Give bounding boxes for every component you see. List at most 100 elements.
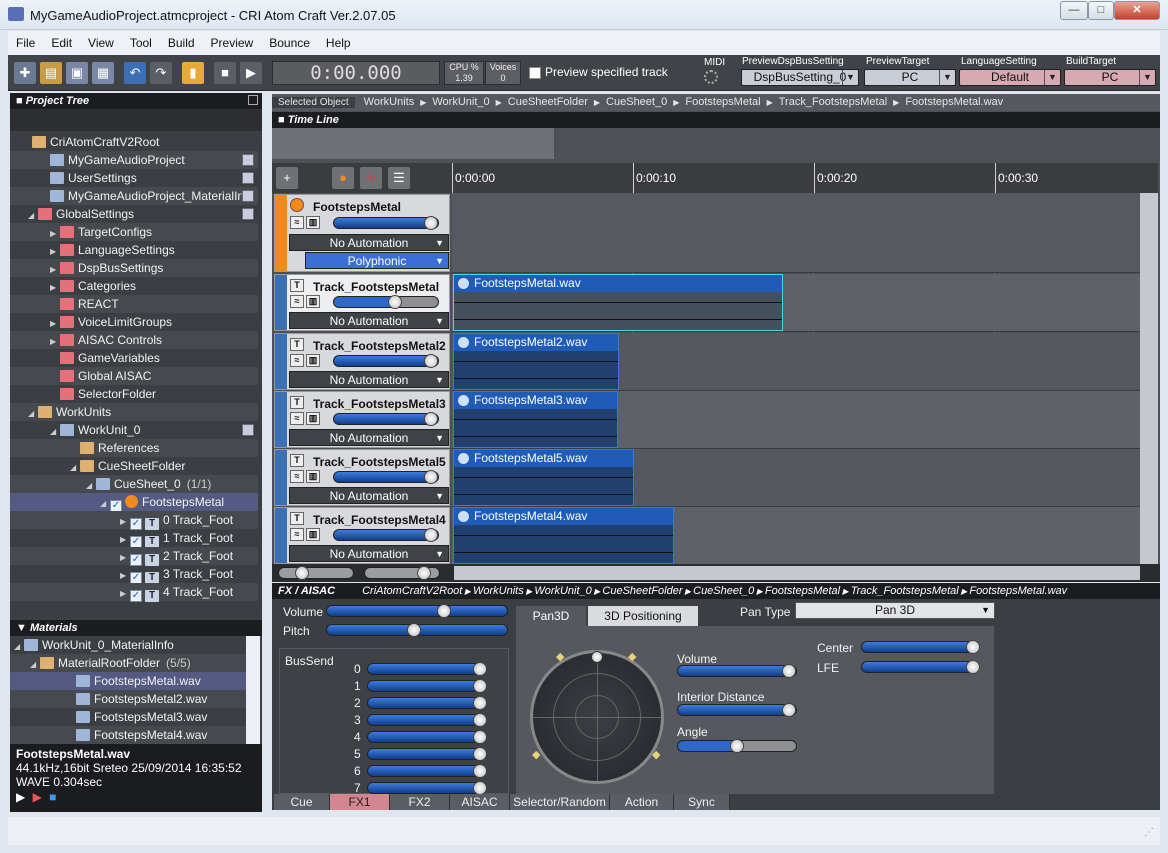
fx-path-item[interactable]: FootstepsMetal.wav — [969, 585, 1067, 597]
tree-item[interactable]: References — [10, 439, 258, 457]
waveform-icon[interactable]: ≈ — [290, 470, 304, 483]
param-icon[interactable]: ▥ — [306, 354, 320, 367]
tab-fx2[interactable]: FX2 — [390, 794, 450, 810]
cue-mode-dropdown[interactable]: Polyphonic ▼ — [305, 252, 449, 269]
track-volume-slider[interactable] — [333, 528, 439, 542]
slider-knob[interactable] — [424, 412, 438, 426]
bus-send-slider[interactable] — [367, 781, 487, 795]
undo-icon[interactable]: ↶ — [124, 62, 146, 84]
save-all-icon[interactable]: ▣ — [66, 62, 88, 84]
slider-knob[interactable] — [966, 660, 980, 674]
slider-knob[interactable] — [473, 747, 487, 761]
bus-send-slider[interactable] — [367, 730, 487, 744]
track-volume-slider[interactable] — [333, 295, 439, 309]
slider-knob[interactable] — [424, 354, 438, 368]
tree-item[interactable]: ◢ WorkUnits — [10, 403, 258, 421]
waveform-icon[interactable]: ≈ — [290, 528, 304, 541]
horizontal-scrollbar[interactable] — [454, 566, 1140, 580]
pan-position-knob[interactable] — [591, 651, 603, 663]
fx-path-item[interactable]: CueSheet_0 — [693, 585, 754, 597]
list-icon[interactable]: ☰ — [388, 167, 410, 189]
tree-item[interactable]: ▶ ✓ T 4 Track_Foot — [10, 583, 258, 602]
slider-knob[interactable] — [437, 604, 451, 618]
material-item[interactable]: FootstepsMetal2.wav — [10, 690, 246, 708]
slider-knob[interactable] — [424, 528, 438, 542]
tree-item[interactable]: ▶ Categories — [10, 277, 258, 295]
menu-view[interactable]: View — [80, 31, 122, 50]
slider-knob[interactable] — [407, 623, 421, 637]
save-icon[interactable] — [242, 154, 254, 166]
track-volume-slider[interactable] — [333, 412, 439, 426]
resize-grip-icon[interactable]: ⋰ — [1144, 827, 1154, 838]
slider-knob[interactable] — [966, 640, 980, 654]
track-automation-dropdown[interactable]: No Automation ▼ — [289, 545, 449, 562]
play-icon[interactable]: ▶ — [16, 790, 25, 804]
breadcrumb-item[interactable]: WorkUnits — [364, 96, 415, 108]
waveform-block[interactable]: FootstepsMetal2.wav — [453, 333, 619, 390]
tree-item[interactable]: ◢ CueSheet_0 (1/1) — [10, 475, 258, 493]
waveform-block[interactable]: FootstepsMetal5.wav — [453, 449, 634, 506]
bus-send-slider[interactable] — [367, 696, 487, 710]
track-header[interactable]: T Track_FootstepsMetal5 ≈ ▥ No Automation ▼ — [274, 449, 450, 506]
param-icon[interactable]: ▥ — [306, 295, 320, 308]
tab-sync[interactable]: Sync — [674, 794, 730, 810]
material-item[interactable]: FootstepsMetal.wav — [10, 672, 246, 690]
fx-path-item[interactable]: CriAtomCraftV2Root — [362, 585, 462, 597]
material-item[interactable]: ◢ WorkUnit_0_MaterialInfo — [10, 636, 246, 654]
slider-knob[interactable] — [473, 696, 487, 710]
dspbus-dropdown[interactable]: DspBusSetting_0 ▼ — [741, 69, 859, 86]
slider-knob[interactable] — [473, 764, 487, 778]
automation-icon[interactable]: ∿ — [360, 167, 382, 189]
material-item[interactable]: FootstepsMetal4.wav — [10, 726, 246, 744]
play-icon[interactable]: ▶ — [240, 62, 262, 84]
waveform-block[interactable]: FootstepsMetal3.wav — [453, 391, 618, 448]
slider-knob[interactable] — [730, 739, 744, 753]
language-dropdown[interactable]: Default ▼ — [959, 69, 1061, 86]
fx-path-item[interactable]: FootstepsMetal — [765, 585, 840, 597]
materials-scrollbar[interactable] — [246, 636, 260, 744]
close-button[interactable]: ✕ — [1114, 1, 1160, 20]
preview-target-dropdown[interactable]: PC ▼ — [864, 69, 956, 86]
interior-distance-slider[interactable] — [677, 703, 797, 717]
menu-edit[interactable]: Edit — [43, 31, 80, 50]
tree-item[interactable]: Global AISAC — [10, 367, 258, 385]
tree-item[interactable]: ▶ AISAC Controls — [10, 331, 258, 349]
build-target-dropdown[interactable]: PC ▼ — [1064, 69, 1156, 86]
tree-item[interactable]: MyGameAudioProject — [10, 151, 258, 169]
track-header[interactable]: T Track_FootstepsMetal4 ≈ ▥ No Automation ▼ — [274, 507, 450, 564]
track-automation-dropdown[interactable]: No Automation ▼ — [289, 312, 449, 329]
tree-item[interactable]: ▶ LanguageSettings — [10, 241, 258, 259]
slider-knob[interactable] — [417, 566, 431, 580]
angle-slider[interactable] — [677, 739, 797, 753]
param-icon[interactable]: ▥ — [306, 470, 320, 483]
slider-knob[interactable] — [473, 679, 487, 693]
fx-pitch-slider[interactable] — [326, 623, 508, 637]
pan-radar[interactable] — [530, 650, 664, 784]
breadcrumb-item[interactable]: Track_FootstepsMetal — [779, 96, 887, 108]
slider-knob[interactable] — [424, 470, 438, 484]
pan-volume-slider[interactable] — [677, 664, 797, 678]
zoom-slider-2[interactable] — [364, 566, 440, 580]
menu-tool[interactable]: Tool — [122, 31, 160, 50]
breadcrumb-item[interactable]: CueSheetFolder — [508, 96, 588, 108]
tree-item[interactable]: CriAtomCraftV2Root — [10, 133, 258, 151]
breadcrumb-item[interactable]: WorkUnit_0 — [432, 96, 489, 108]
zoom-slider-1[interactable] — [278, 566, 354, 580]
tree-item[interactable]: ◢ CueSheetFolder — [10, 457, 258, 475]
waveform-icon[interactable]: ≈ — [290, 216, 304, 229]
menu-bounce[interactable]: Bounce — [261, 31, 318, 50]
preview-track-checkbox[interactable] — [529, 67, 541, 79]
checkbox[interactable]: ✓ — [130, 590, 142, 602]
menu-preview[interactable]: Preview — [203, 31, 262, 50]
track-header[interactable]: T Track_FootstepsMetal3 ≈ ▥ No Automation ▼ — [274, 391, 450, 448]
cue-volume-slider[interactable] — [333, 216, 439, 230]
save-icon[interactable] — [242, 424, 254, 436]
pan3d-tab[interactable]: Pan3D — [516, 606, 586, 626]
cue-automation-dropdown[interactable]: No Automation ▼ — [289, 234, 449, 251]
cue-icon[interactable]: ● — [332, 167, 354, 189]
redo-icon[interactable]: ↷ — [150, 62, 172, 84]
material-item[interactable]: FootstepsMetal3.wav — [10, 708, 246, 726]
tab-fx1[interactable]: FX1 — [330, 794, 390, 810]
track-header[interactable]: T Track_FootstepsMetal2 ≈ ▥ No Automation ▼ — [274, 333, 450, 390]
tree-item[interactable]: ◢ WorkUnit_0 — [10, 421, 258, 439]
